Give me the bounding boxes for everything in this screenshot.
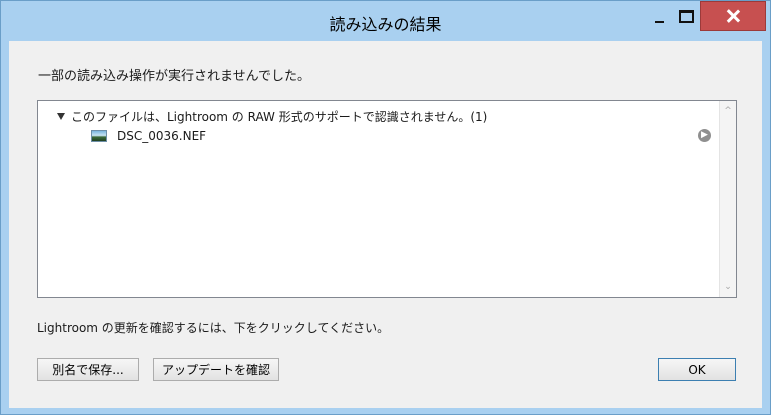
dialog-body: 一部の読み込み操作が実行されませんでした。 このファイルは、Lightroom …	[9, 41, 762, 408]
arrow-right-circle-icon[interactable]: ▶	[698, 129, 711, 142]
results-list[interactable]: このファイルは、Lightroom の RAW 形式のサポートで認識されません。…	[37, 100, 737, 298]
update-instruction: Lightroom の更新を確認するには、下をクリックしてください。	[37, 321, 390, 335]
maximize-icon	[679, 10, 694, 23]
close-icon	[726, 9, 740, 23]
check-update-button[interactable]: アップデートを確認	[153, 358, 279, 381]
close-button[interactable]	[700, 1, 766, 31]
list-item[interactable]: DSC_0036.NEF	[91, 129, 206, 143]
ok-button[interactable]: OK	[658, 358, 736, 381]
scroll-down-arrow-icon[interactable]: ⌄	[720, 279, 736, 295]
import-results-window: 読み込みの結果 一部の読み込み操作が実行されませんでした。 このファイルは、Li…	[0, 0, 771, 415]
maximize-button[interactable]	[673, 2, 700, 31]
result-message: 一部の読み込み操作が実行されませんでした。	[38, 69, 310, 84]
scroll-up-arrow-icon[interactable]: ^	[720, 103, 736, 119]
file-name: DSC_0036.NEF	[117, 129, 207, 143]
minimize-icon	[655, 20, 664, 23]
group-header-row[interactable]: このファイルは、Lightroom の RAW 形式のサポートで認識されません。…	[57, 108, 487, 125]
title-bar[interactable]: 読み込みの結果	[1, 1, 770, 41]
raw-image-thumbnail-icon	[91, 130, 107, 142]
expand-triangle-icon[interactable]	[57, 113, 65, 120]
vertical-scrollbar[interactable]: ^ ⌄	[719, 101, 736, 297]
minimize-button[interactable]	[646, 2, 673, 31]
group-label: このファイルは、Lightroom の RAW 形式のサポートで認識されません。…	[71, 110, 488, 124]
save-as-button[interactable]: 別名で保存...	[37, 358, 139, 381]
